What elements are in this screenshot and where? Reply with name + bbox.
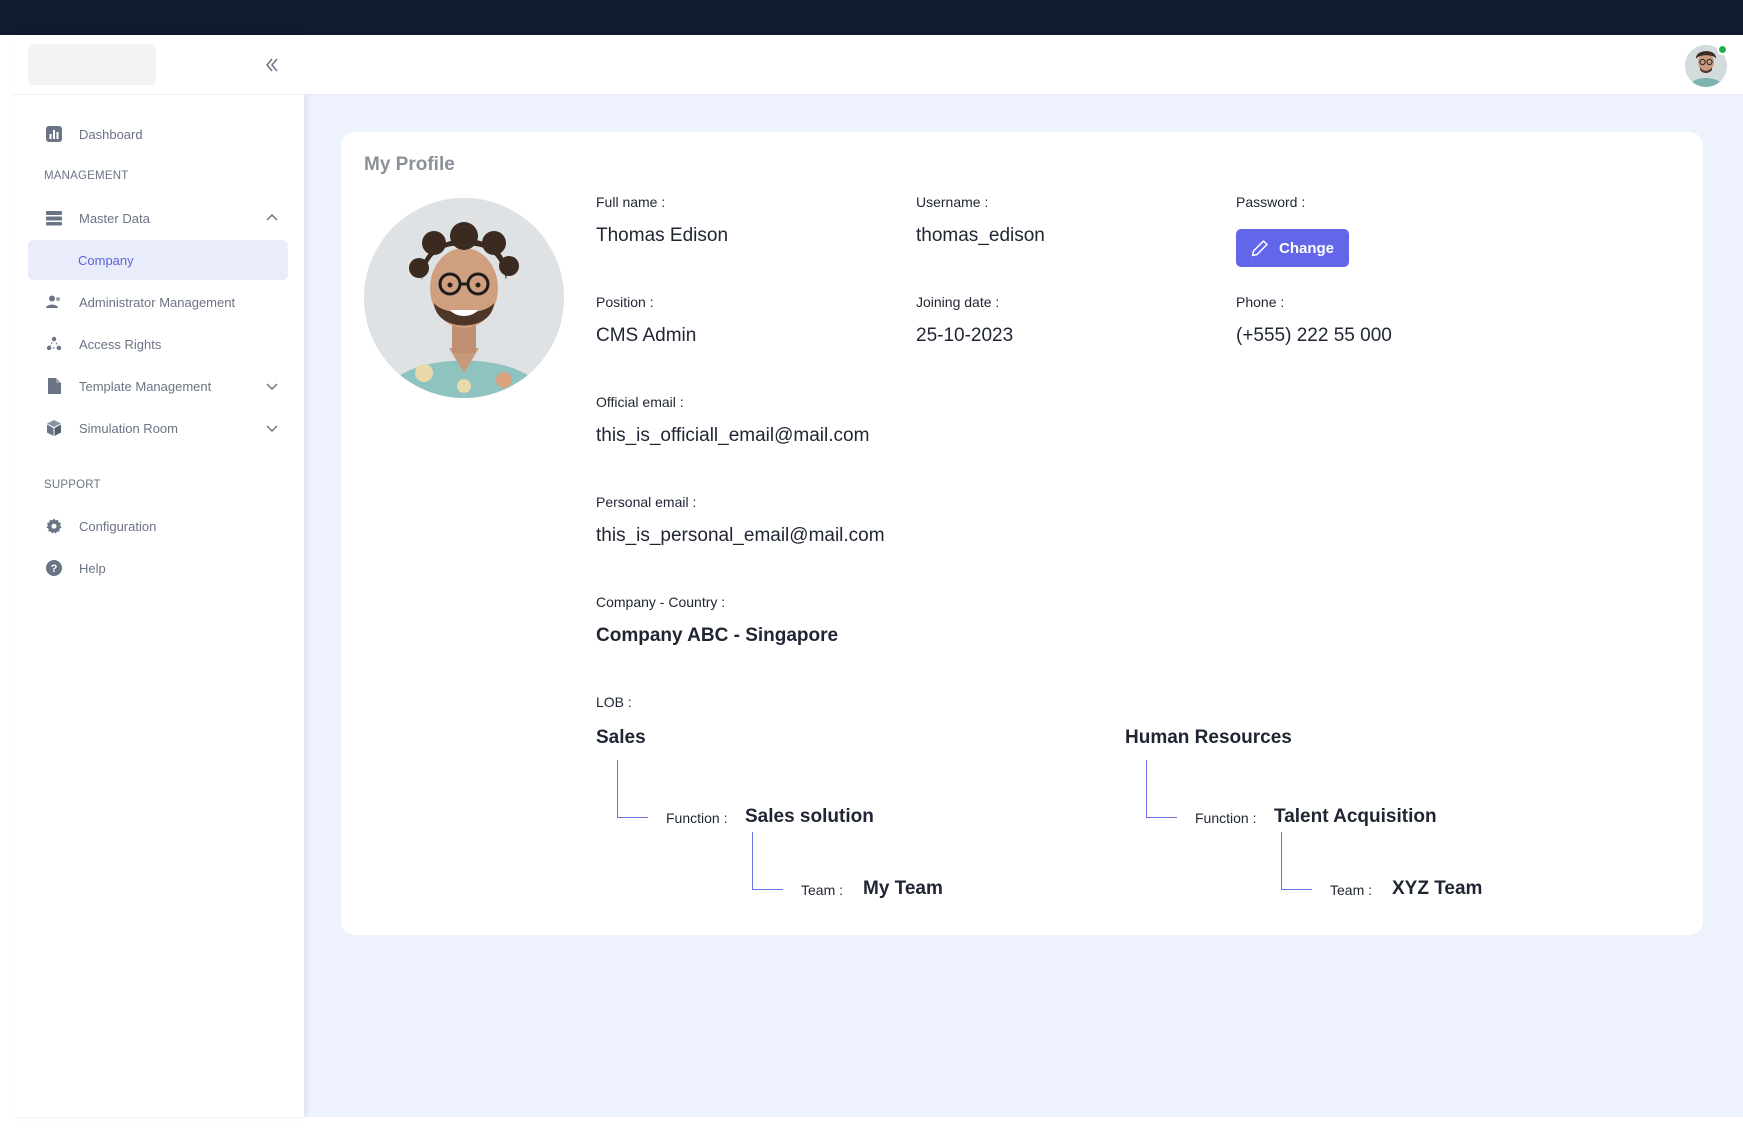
profile-card: My Profile Full name: Thomas Edison Use… (341, 132, 1703, 935)
chevron-up-icon (264, 210, 280, 226)
official-email-label: Official email : (596, 394, 684, 410)
profile-photo (364, 198, 564, 398)
change-password-button[interactable]: Change (1236, 229, 1349, 267)
change-button-label: Change (1278, 239, 1334, 257)
lob-label: LOB : (596, 694, 632, 710)
sidebar-item-label: Dashboard (79, 126, 143, 142)
position-value: CMS Admin (596, 325, 697, 346)
window-top-bar (0, 0, 1743, 35)
sidebar-item-simulation-room[interactable]: Simulation Room (28, 408, 288, 448)
chevron-down-icon (264, 378, 280, 394)
sidebar-item-configuration[interactable]: Configuration (28, 506, 288, 546)
online-status-badge (1717, 44, 1728, 55)
username-value: thomas_edison (916, 225, 1045, 246)
team-label: Team : (1330, 882, 1373, 898)
sidebar-item-label: Access Rights (79, 336, 162, 352)
phone-label: Phone : (1236, 294, 1285, 310)
company-country-value: Company ABC - Singapore (596, 625, 839, 646)
section-label-support: SUPPORT (44, 479, 101, 491)
sidebar: Dashboard MANAGEMENT Master Data Company (12, 35, 304, 1117)
sidebar-item-template-management[interactable]: Template Management (28, 366, 288, 406)
team-label: Team : (801, 882, 844, 898)
function-value: Sales solution (745, 806, 874, 827)
sidebar-item-dashboard[interactable]: Dashboard (28, 114, 288, 154)
shared-network-icon (45, 335, 63, 353)
position-label: Position : (596, 294, 654, 310)
full-name-value: Thomas Edison (596, 225, 729, 246)
sidebar-item-access-rights[interactable]: Access Rights (28, 324, 288, 364)
file-icon (45, 377, 63, 395)
sidebar-item-help[interactable]: ? Help (28, 548, 288, 588)
users-icon (45, 293, 63, 311)
svg-text:?: ? (51, 563, 58, 575)
team-value: My Team (863, 878, 943, 899)
tree-connector (752, 832, 783, 890)
sidebar-item-company[interactable]: Company (28, 240, 288, 280)
sidebar-item-label: Master Data (79, 210, 150, 226)
tree-connector (1281, 832, 1312, 890)
sidebar-item-label: Help (79, 560, 106, 576)
full-name-label: Full name : (596, 194, 666, 210)
sidebar-item-label: Configuration (79, 518, 157, 534)
function-label: Function : (666, 810, 728, 826)
joining-date-label: Joining date : (916, 294, 1000, 310)
joining-date-value: 25-10-2023 (916, 325, 1014, 346)
tree-connector (1146, 760, 1177, 818)
top-header (304, 35, 1743, 95)
phone-value: (+555) 222 55 000 (1236, 325, 1392, 346)
company-country-label: Company - Country : (596, 594, 726, 610)
team-value: XYZ Team (1392, 878, 1483, 899)
app-frame: Dashboard MANAGEMENT Master Data Company (12, 35, 1743, 1117)
pencil-icon (1251, 240, 1268, 257)
personal-email-label: Personal email : (596, 494, 697, 510)
username-label: Username : (916, 194, 989, 210)
personal-email-value: this_is_personal_email@mail.com (596, 525, 885, 546)
section-label-management: MANAGEMENT (44, 170, 129, 182)
chevron-down-icon (264, 420, 280, 436)
function-value: Talent Acquisition (1274, 806, 1437, 827)
sidebar-header (12, 35, 304, 95)
function-label: Function : (1195, 810, 1257, 826)
tree-connector (617, 760, 648, 818)
official-email-value: this_is_officiall_email@mail.com (596, 425, 870, 446)
lob-name: Sales (596, 727, 646, 748)
lob-name: Human Resources (1125, 727, 1292, 748)
question-circle-icon: ? (45, 559, 63, 577)
chart-bar-icon (45, 125, 63, 143)
cube-icon (45, 419, 63, 437)
sidebar-item-label: Company (78, 252, 134, 268)
database-icon (45, 209, 63, 227)
sidebar-item-label: Administrator Management (79, 294, 236, 310)
sidebar-item-master-data[interactable]: Master Data (28, 198, 288, 238)
double-chevron-left-icon (266, 58, 278, 72)
collapse-sidebar-button[interactable] (260, 53, 284, 77)
sidebar-item-label: Simulation Room (79, 420, 178, 436)
sidebar-item-label: Template Management (79, 378, 212, 394)
logo[interactable] (28, 44, 156, 85)
page-title: My Profile (364, 154, 455, 175)
gear-icon (45, 517, 63, 535)
password-label: Password : (1236, 194, 1306, 210)
sidebar-item-administrator-management[interactable]: Administrator Management (28, 282, 288, 322)
